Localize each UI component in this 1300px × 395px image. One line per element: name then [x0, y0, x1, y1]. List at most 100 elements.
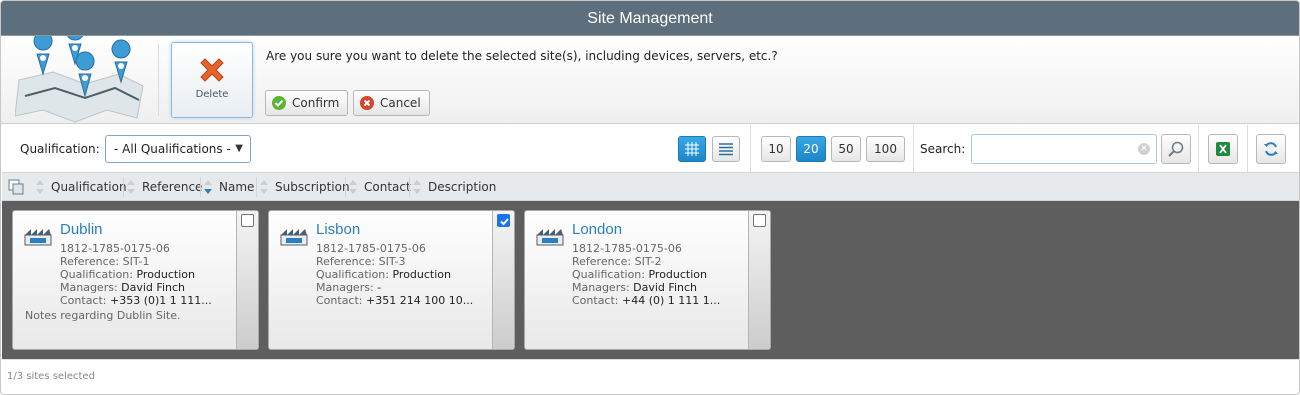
- cancel-label: Cancel: [380, 96, 421, 110]
- grid-view-button[interactable]: [678, 136, 706, 162]
- site-id: 1812-1785-0175-06: [316, 242, 426, 255]
- selection-status: 1/3 sites selected: [7, 371, 95, 382]
- checkmark-icon: [500, 218, 509, 226]
- window-title: Site Management: [1, 1, 1299, 36]
- page-size-20[interactable]: 20: [796, 136, 826, 162]
- toolbar-divider: [1198, 125, 1199, 173]
- sort-description[interactable]: Description: [413, 173, 496, 201]
- qualification-select[interactable]: - All Qualifications - ▼: [105, 135, 251, 163]
- sort-divider: [345, 177, 346, 197]
- confirm-label: Confirm: [292, 96, 340, 110]
- sort-subscription[interactable]: Subscription: [260, 173, 350, 201]
- toolbar: Qualification: - All Qualifications - ▼ …: [2, 125, 1299, 173]
- sort-qualification-label: Qualification: [51, 180, 127, 194]
- site-management-dialog: Site Management Delete Are you sure you …: [0, 0, 1300, 395]
- delete-confirmation-question: Are you sure you want to delete the sele…: [266, 49, 778, 63]
- sort-contact[interactable]: Contact: [349, 173, 411, 201]
- grid-icon: [685, 142, 699, 156]
- site-card[interactable]: Dublin 1812-1785-0175-06 Reference: SIT-…: [12, 210, 259, 350]
- cancel-circle-icon: [360, 96, 374, 110]
- managers-label: Managers:: [60, 281, 118, 294]
- sort-subscription-label: Subscription: [275, 180, 350, 194]
- sort-desc-icon: [204, 178, 213, 196]
- page-size-50[interactable]: 50: [831, 136, 861, 162]
- footer-divider: [2, 359, 1299, 360]
- site-select-checkbox[interactable]: [497, 214, 510, 227]
- delete-button[interactable]: Delete: [171, 42, 253, 118]
- sort-qualification[interactable]: Qualification: [36, 173, 127, 201]
- sites-grid: Dublin 1812-1785-0175-06 Reference: SIT-…: [2, 201, 1299, 359]
- managers-label: Managers:: [572, 281, 630, 294]
- site-qualification: Production: [136, 268, 196, 281]
- delete-x-icon: [200, 58, 224, 82]
- refresh-icon: [1264, 142, 1278, 156]
- sort-bar: Qualification Reference Name Subscriptio…: [2, 173, 1299, 201]
- sort-arrows-icon: [349, 178, 358, 196]
- contact-label: Contact:: [60, 294, 107, 307]
- site-reference: SIT-2: [634, 255, 662, 268]
- sort-description-label: Description: [428, 180, 497, 194]
- excel-icon: [1216, 142, 1230, 156]
- chevron-down-icon: ▼: [235, 143, 243, 154]
- site-notes: Notes regarding Dublin Site.: [25, 309, 181, 322]
- search-label: Search:: [920, 142, 966, 156]
- check-circle-icon: [272, 96, 286, 110]
- toolbar-divider: [913, 125, 914, 173]
- card-side-strip: [236, 211, 258, 349]
- site-managers: -: [377, 281, 382, 294]
- qualification-field-label: Qualification:: [60, 268, 133, 281]
- toolbar-divider: [1247, 125, 1248, 173]
- site-qualification: Production: [392, 268, 452, 281]
- factory-icon: [280, 229, 308, 246]
- search-input[interactable]: ✕: [971, 134, 1157, 164]
- sort-arrows-icon: [127, 178, 136, 196]
- site-id: 1812-1785-0175-06: [572, 242, 682, 255]
- confirm-button[interactable]: Confirm: [265, 90, 349, 116]
- card-side-strip: [492, 211, 514, 349]
- refresh-button[interactable]: [1256, 134, 1286, 164]
- sort-reference[interactable]: Reference: [127, 173, 202, 201]
- header-panel: Delete Are you sure you want to delete t…: [1, 36, 1299, 124]
- sort-divider: [409, 177, 410, 197]
- site-managers: David Finch: [121, 281, 185, 294]
- site-contact: +353 (0)1 1 111...: [110, 294, 212, 307]
- managers-label: Managers:: [316, 281, 374, 294]
- select-all-icon[interactable]: [8, 179, 24, 195]
- site-select-checkbox[interactable]: [753, 214, 766, 227]
- page-size-100[interactable]: 100: [866, 136, 905, 162]
- sort-name[interactable]: Name: [204, 173, 254, 201]
- magnifier-icon: [1168, 141, 1184, 157]
- toolbar-divider: [750, 125, 751, 173]
- contact-label: Contact:: [316, 294, 363, 307]
- site-name[interactable]: Dublin: [60, 221, 103, 238]
- cancel-button[interactable]: Cancel: [353, 90, 430, 116]
- site-name[interactable]: London: [572, 221, 622, 238]
- clear-search-icon[interactable]: ✕: [1138, 143, 1150, 155]
- sort-divider: [123, 177, 124, 197]
- factory-icon: [24, 229, 52, 246]
- site-card[interactable]: London 1812-1785-0175-06 Reference: SIT-…: [524, 210, 771, 350]
- sort-divider: [256, 177, 257, 197]
- site-select-checkbox[interactable]: [241, 214, 254, 227]
- sort-contact-label: Contact: [364, 180, 411, 194]
- delete-label: Delete: [195, 89, 229, 100]
- list-view-button[interactable]: [712, 136, 740, 162]
- qualification-field-label: Qualification:: [316, 268, 389, 281]
- site-name[interactable]: Lisbon: [316, 221, 360, 238]
- site-details: 1812-1785-0175-06 Reference: SIT-2 Quali…: [572, 242, 720, 307]
- site-contact: +44 (0) 1 111 1...: [622, 294, 721, 307]
- site-card[interactable]: Lisbon 1812-1785-0175-06 Reference: SIT-…: [268, 210, 515, 350]
- page-size-10[interactable]: 10: [761, 136, 791, 162]
- search-button[interactable]: [1161, 134, 1191, 164]
- sort-name-label: Name: [219, 180, 255, 194]
- site-managers: David Finch: [633, 281, 697, 294]
- sort-arrows-icon: [36, 178, 45, 196]
- site-contact: +351 214 100 10...: [366, 294, 474, 307]
- sort-arrows-icon: [413, 178, 422, 196]
- factory-icon: [536, 229, 564, 246]
- qualification-label: Qualification:: [20, 142, 100, 156]
- export-excel-button[interactable]: [1208, 134, 1238, 164]
- sort-reference-label: Reference: [142, 180, 203, 194]
- reference-label: Reference:: [316, 255, 376, 268]
- reference-label: Reference:: [572, 255, 632, 268]
